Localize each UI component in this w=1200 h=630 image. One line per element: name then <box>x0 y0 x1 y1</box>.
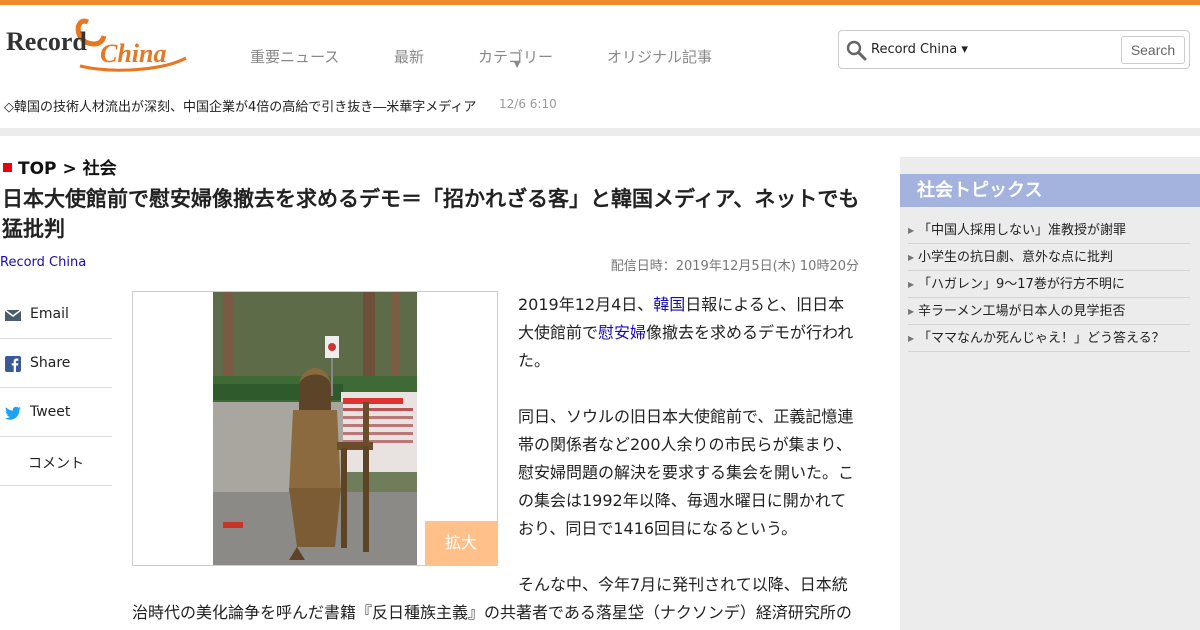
site-logo[interactable]: Record China <box>4 14 189 72</box>
share-panel: Email Share Tweet コメント <box>0 290 112 486</box>
sidebar-heading: 社会トピックス <box>900 174 1200 207</box>
email-icon <box>4 309 22 321</box>
article-title: 日本大使館前で慰安婦像撤去を求めるデモ＝「招かれざる客」と韓国メディア、ネットで… <box>2 187 860 241</box>
search-button[interactable]: Search <box>1121 36 1185 64</box>
sidebar-topic-label: 「中国人採用しない」准教授が謝罪 <box>918 223 1127 238</box>
nav-latest[interactable]: 最新 <box>394 46 424 67</box>
sidebar-topic-label: 「ママなんか死んじゃえ！」どう答える？ <box>918 331 1165 346</box>
search-box: Record China ▾ Search <box>838 30 1190 69</box>
breadcrumb-category[interactable]: 社会 <box>83 159 117 179</box>
article-source[interactable]: Record China <box>0 255 86 270</box>
chevron-right-icon: ▶ <box>908 226 915 235</box>
nav-important-news[interactable]: 重要ニュース <box>250 46 339 67</box>
article-paragraph-2: 同日、ソウルの旧日本大使館前で、正義記憶連帯の関係者など200人余りの市民らが集… <box>518 407 855 538</box>
sidebar-topic-item[interactable]: ▶ 辛ラーメン工場が日本人の見学拒否 <box>908 298 1190 325</box>
breadcrumb-separator: > <box>62 159 77 179</box>
breadcrumb-marker-icon <box>3 163 12 172</box>
article-paragraph-3-line-2: 治時代の美化論争を呼んだ書籍『反日種族主義』の共著者である落星垈（ナクソンデ）経… <box>132 603 852 622</box>
twitter-icon <box>5 406 21 420</box>
share-twitter-button[interactable]: Tweet <box>0 388 112 437</box>
chevron-right-icon: ▶ <box>908 280 915 289</box>
sidebar-topic-item[interactable]: ▶ 「ママなんか死んじゃえ！」どう答える？ <box>908 325 1190 352</box>
sidebar-topic-list: ▶ 「中国人採用しない」准教授が謝罪 ▶ 小学生の抗日劇、意外な点に批判 ▶ 「ハガレ… <box>908 217 1190 352</box>
ticker-headline[interactable]: ◇韓国の技術人材流出が深刻、中国企業が4倍の高給で引き抜き―米華字メディア <box>4 96 476 115</box>
chevron-right-icon: ▶ <box>908 307 915 316</box>
chevron-right-icon: ▶ <box>908 334 915 343</box>
sidebar-topic-label: 辛ラーメン工場が日本人の見学拒否 <box>918 304 1126 319</box>
share-email-label: Email <box>30 306 69 322</box>
header-divider <box>0 128 1200 136</box>
sidebar-topic-item[interactable]: ▶ 小学生の抗日劇、意外な点に批判 <box>908 244 1190 271</box>
chevron-down-icon: ▼ <box>514 60 521 69</box>
breadcrumb: TOP > 社会 <box>3 154 117 179</box>
facebook-icon <box>5 356 21 372</box>
comfort-woman-statue-photo <box>213 292 417 565</box>
chevron-right-icon: ▶ <box>908 253 915 262</box>
comment-button[interactable]: コメント <box>0 437 112 486</box>
top-accent-bar <box>0 0 1200 5</box>
enlarge-button[interactable]: 拡大 <box>425 521 497 565</box>
logo-text-china: China <box>100 39 167 68</box>
search-icon <box>846 40 867 61</box>
p1-text-a: 2019年12月4日、 <box>518 295 654 314</box>
nav-category[interactable]: カテゴリー ▼ <box>478 46 553 69</box>
sidebar: 社会トピックス ▶ 「中国人採用しない」准教授が謝罪 ▶ 小学生の抗日劇、意外な点に… <box>900 157 1200 630</box>
logo-text-record: Record <box>6 27 87 56</box>
breadcrumb-top[interactable]: TOP <box>18 159 57 179</box>
article-published-date: 配信日時：2019年12月5日(木) 10時20分 <box>610 259 859 274</box>
share-facebook-button[interactable]: Share <box>0 339 112 388</box>
sidebar-topic-label: 小学生の抗日劇、意外な点に批判 <box>918 250 1114 265</box>
search-scope-dropdown[interactable]: Record China ▾ <box>871 42 968 57</box>
article-photo[interactable]: 拡大 <box>132 291 498 566</box>
ticker-time: 12/6 6:10 <box>499 97 557 111</box>
sidebar-topic-label: 「ハガレン」9～17巻が行方不明に <box>918 277 1125 292</box>
article-paragraph-3-line-1: そんな中、今年7月に発刊されて以降、日本統 <box>518 575 848 594</box>
share-twitter-label: Tweet <box>30 404 71 420</box>
keyword-link-korea[interactable]: 韓国 <box>653 295 685 314</box>
search-input[interactable] <box>971 37 1121 62</box>
share-facebook-label: Share <box>30 355 71 371</box>
nav-original-articles[interactable]: オリジナル記事 <box>607 46 712 67</box>
keyword-link-comfort-women[interactable]: 慰安婦 <box>598 323 646 342</box>
comment-label: コメント <box>28 456 84 472</box>
share-email-button[interactable]: Email <box>0 290 112 339</box>
article-paragraph-1: 2019年12月4日、韓国日報によると、旧日本大使館前で慰安婦像撤去を求めるデモ… <box>518 291 860 375</box>
sidebar-topic-item[interactable]: ▶ 「ハガレン」9～17巻が行方不明に <box>908 271 1190 298</box>
sidebar-topic-item[interactable]: ▶ 「中国人採用しない」准教授が謝罪 <box>908 217 1190 244</box>
